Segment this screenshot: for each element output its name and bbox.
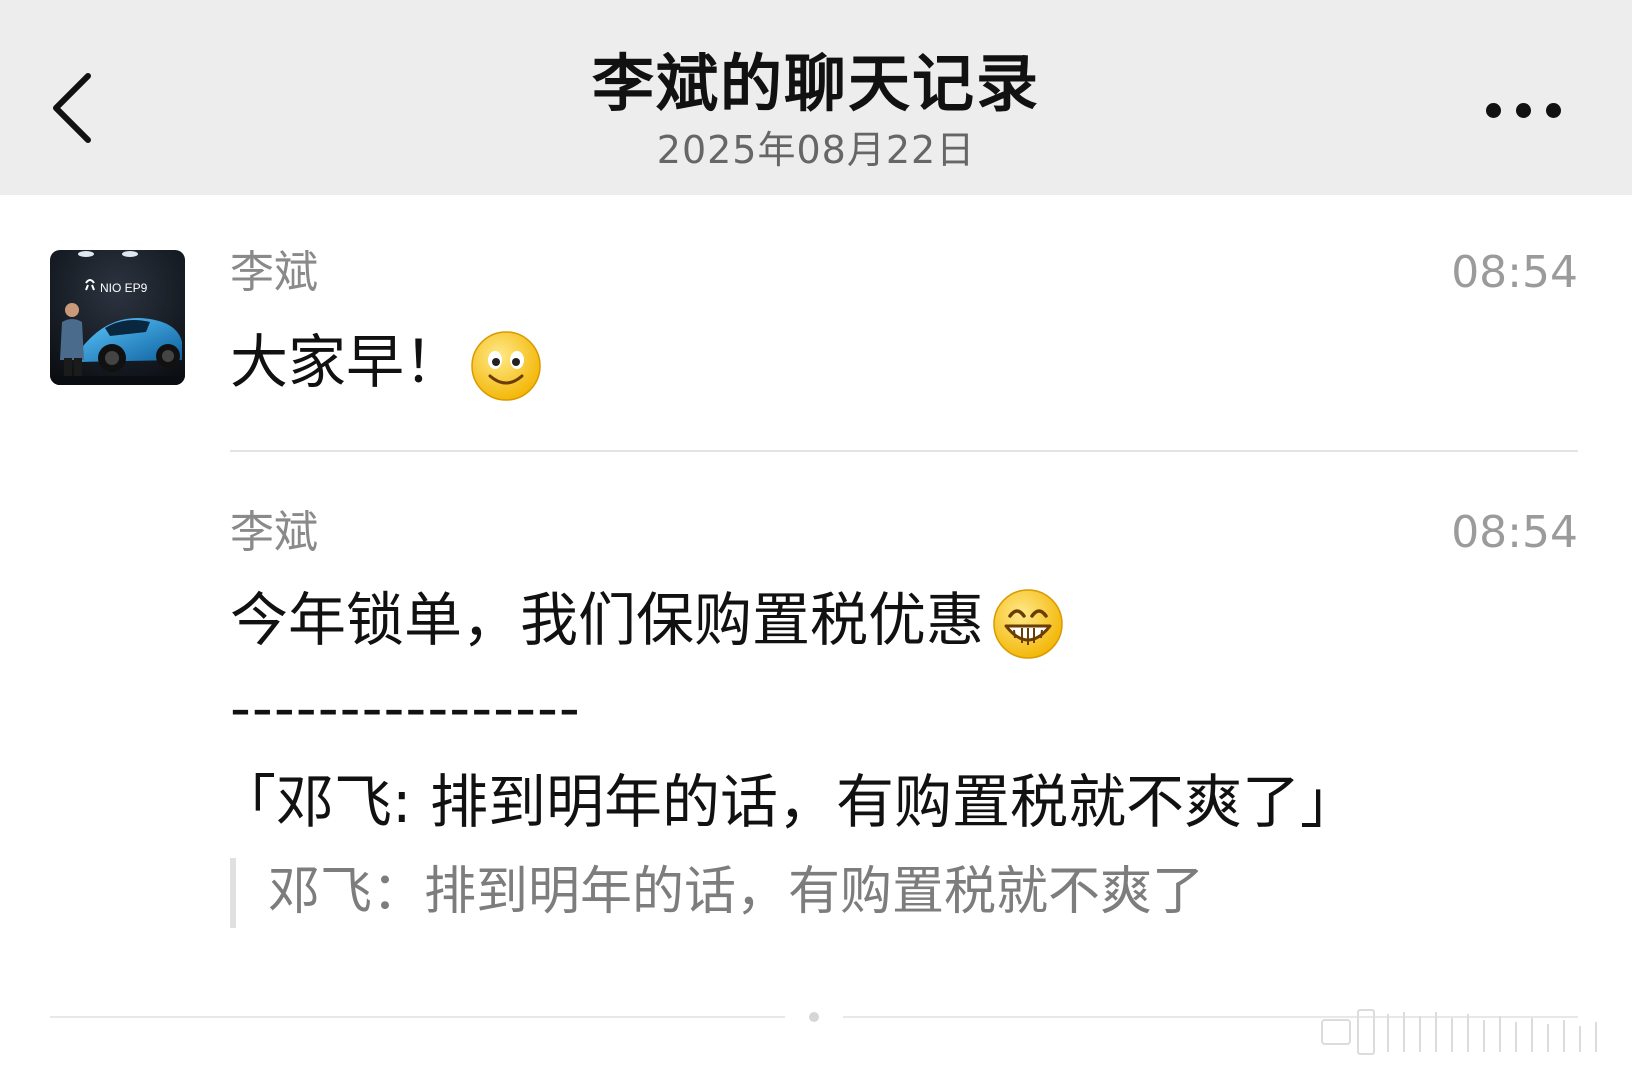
avatar[interactable]: NIO EP9: [50, 250, 185, 385]
watermark-icon: [1321, 1009, 1597, 1055]
title-block: 李斌的聊天记录 2025年08月22日: [0, 46, 1632, 176]
message-text: 今年锁单，我们保购置税优惠: [230, 584, 1064, 660]
quote-bar: [230, 858, 236, 928]
reply-text: 「邓飞: 排到明年的话，有购置税就不爽了」: [218, 768, 1358, 836]
quoted-message[interactable]: 邓飞：排到明年的话，有购置税就不爽了: [268, 856, 1204, 928]
header-bar: 李斌的聊天记录 2025年08月22日: [0, 0, 1632, 195]
bottom-dot: [809, 1012, 819, 1022]
message-body: 大家早！: [230, 328, 463, 396]
message-body: 今年锁单，我们保购置税优惠: [230, 586, 985, 654]
message-time: 08:54: [1451, 247, 1578, 298]
grin-emoji-icon: [993, 589, 1063, 659]
avatar-image: NIO EP9: [50, 250, 185, 385]
smile-emoji-icon: [471, 331, 541, 401]
more-dot-icon: [1546, 103, 1561, 118]
message-sender: 李斌: [230, 247, 318, 298]
page-date: 2025年08月22日: [656, 128, 976, 172]
avatar-brand-text: NIO EP9: [100, 281, 148, 295]
more-dot-icon: [1486, 103, 1501, 118]
more-dot-icon: [1516, 103, 1531, 118]
message-divider: [230, 450, 1578, 452]
message-sender: 李斌: [230, 507, 318, 558]
more-button[interactable]: [1486, 92, 1576, 128]
bottom-divider-left: [50, 1016, 785, 1018]
message-text: 大家早！: [230, 326, 542, 402]
page-title: 李斌的聊天记录: [591, 47, 1040, 120]
message-separator: ----------------: [230, 674, 581, 742]
message-time: 08:54: [1451, 507, 1578, 558]
